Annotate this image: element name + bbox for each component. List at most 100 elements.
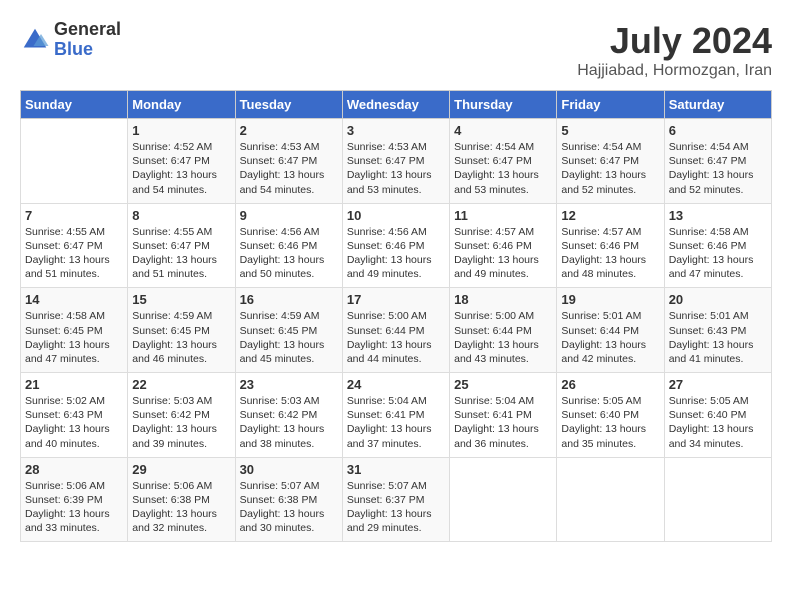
day-info: Sunrise: 5:05 AMSunset: 6:40 PMDaylight:… <box>669 394 767 451</box>
calendar-cell <box>664 457 771 542</box>
day-number: 24 <box>347 377 445 392</box>
logo-line2: Blue <box>54 40 121 60</box>
day-number: 31 <box>347 462 445 477</box>
day-info: Sunrise: 4:55 AMSunset: 6:47 PMDaylight:… <box>132 225 230 282</box>
calendar-cell <box>557 457 664 542</box>
day-number: 25 <box>454 377 552 392</box>
day-info: Sunrise: 4:58 AMSunset: 6:46 PMDaylight:… <box>669 225 767 282</box>
calendar-cell: 11 Sunrise: 4:57 AMSunset: 6:46 PMDaylig… <box>450 203 557 288</box>
day-number: 1 <box>132 123 230 138</box>
day-info: Sunrise: 5:04 AMSunset: 6:41 PMDaylight:… <box>347 394 445 451</box>
day-number: 20 <box>669 292 767 307</box>
day-number: 23 <box>240 377 338 392</box>
calendar-cell: 19 Sunrise: 5:01 AMSunset: 6:44 PMDaylig… <box>557 288 664 373</box>
day-info: Sunrise: 5:03 AMSunset: 6:42 PMDaylight:… <box>240 394 338 451</box>
day-info: Sunrise: 5:06 AMSunset: 6:39 PMDaylight:… <box>25 479 123 536</box>
day-info: Sunrise: 4:59 AMSunset: 6:45 PMDaylight:… <box>240 309 338 366</box>
calendar-cell: 24 Sunrise: 5:04 AMSunset: 6:41 PMDaylig… <box>342 373 449 458</box>
day-number: 17 <box>347 292 445 307</box>
weekday-header: Wednesday <box>342 91 449 119</box>
day-info: Sunrise: 4:58 AMSunset: 6:45 PMDaylight:… <box>25 309 123 366</box>
day-info: Sunrise: 4:52 AMSunset: 6:47 PMDaylight:… <box>132 140 230 197</box>
calendar-cell: 12 Sunrise: 4:57 AMSunset: 6:46 PMDaylig… <box>557 203 664 288</box>
calendar-cell: 17 Sunrise: 5:00 AMSunset: 6:44 PMDaylig… <box>342 288 449 373</box>
day-number: 7 <box>25 208 123 223</box>
calendar-cell: 20 Sunrise: 5:01 AMSunset: 6:43 PMDaylig… <box>664 288 771 373</box>
calendar-cell: 10 Sunrise: 4:56 AMSunset: 6:46 PMDaylig… <box>342 203 449 288</box>
day-info: Sunrise: 4:57 AMSunset: 6:46 PMDaylight:… <box>561 225 659 282</box>
calendar-row: 28 Sunrise: 5:06 AMSunset: 6:39 PMDaylig… <box>21 457 772 542</box>
day-info: Sunrise: 5:07 AMSunset: 6:37 PMDaylight:… <box>347 479 445 536</box>
calendar-cell: 1 Sunrise: 4:52 AMSunset: 6:47 PMDayligh… <box>128 119 235 204</box>
calendar-cell: 31 Sunrise: 5:07 AMSunset: 6:37 PMDaylig… <box>342 457 449 542</box>
calendar-cell: 18 Sunrise: 5:00 AMSunset: 6:44 PMDaylig… <box>450 288 557 373</box>
day-number: 16 <box>240 292 338 307</box>
calendar-cell: 5 Sunrise: 4:54 AMSunset: 6:47 PMDayligh… <box>557 119 664 204</box>
day-number: 9 <box>240 208 338 223</box>
calendar-cell: 9 Sunrise: 4:56 AMSunset: 6:46 PMDayligh… <box>235 203 342 288</box>
day-number: 26 <box>561 377 659 392</box>
calendar-cell: 4 Sunrise: 4:54 AMSunset: 6:47 PMDayligh… <box>450 119 557 204</box>
weekday-header: Sunday <box>21 91 128 119</box>
day-number: 13 <box>669 208 767 223</box>
calendar-cell: 25 Sunrise: 5:04 AMSunset: 6:41 PMDaylig… <box>450 373 557 458</box>
weekday-header-row: SundayMondayTuesdayWednesdayThursdayFrid… <box>21 91 772 119</box>
calendar-cell: 27 Sunrise: 5:05 AMSunset: 6:40 PMDaylig… <box>664 373 771 458</box>
calendar-cell: 7 Sunrise: 4:55 AMSunset: 6:47 PMDayligh… <box>21 203 128 288</box>
month-year: July 2024 <box>577 20 772 62</box>
day-info: Sunrise: 4:56 AMSunset: 6:46 PMDaylight:… <box>240 225 338 282</box>
weekday-header: Thursday <box>450 91 557 119</box>
location: Hajjiabad, Hormozgan, Iran <box>577 62 772 80</box>
weekday-header: Tuesday <box>235 91 342 119</box>
calendar-cell: 6 Sunrise: 4:54 AMSunset: 6:47 PMDayligh… <box>664 119 771 204</box>
day-number: 27 <box>669 377 767 392</box>
calendar-cell: 14 Sunrise: 4:58 AMSunset: 6:45 PMDaylig… <box>21 288 128 373</box>
day-number: 28 <box>25 462 123 477</box>
day-info: Sunrise: 5:00 AMSunset: 6:44 PMDaylight:… <box>347 309 445 366</box>
day-info: Sunrise: 5:06 AMSunset: 6:38 PMDaylight:… <box>132 479 230 536</box>
day-info: Sunrise: 5:00 AMSunset: 6:44 PMDaylight:… <box>454 309 552 366</box>
day-number: 11 <box>454 208 552 223</box>
calendar-cell: 30 Sunrise: 5:07 AMSunset: 6:38 PMDaylig… <box>235 457 342 542</box>
day-number: 6 <box>669 123 767 138</box>
day-number: 4 <box>454 123 552 138</box>
day-number: 8 <box>132 208 230 223</box>
calendar-cell: 2 Sunrise: 4:53 AMSunset: 6:47 PMDayligh… <box>235 119 342 204</box>
weekday-header: Friday <box>557 91 664 119</box>
day-number: 30 <box>240 462 338 477</box>
day-number: 14 <box>25 292 123 307</box>
day-number: 3 <box>347 123 445 138</box>
day-number: 15 <box>132 292 230 307</box>
day-number: 18 <box>454 292 552 307</box>
day-info: Sunrise: 5:07 AMSunset: 6:38 PMDaylight:… <box>240 479 338 536</box>
day-info: Sunrise: 4:54 AMSunset: 6:47 PMDaylight:… <box>669 140 767 197</box>
day-info: Sunrise: 5:01 AMSunset: 6:44 PMDaylight:… <box>561 309 659 366</box>
day-number: 2 <box>240 123 338 138</box>
day-info: Sunrise: 4:56 AMSunset: 6:46 PMDaylight:… <box>347 225 445 282</box>
calendar-row: 14 Sunrise: 4:58 AMSunset: 6:45 PMDaylig… <box>21 288 772 373</box>
calendar-cell: 29 Sunrise: 5:06 AMSunset: 6:38 PMDaylig… <box>128 457 235 542</box>
day-info: Sunrise: 4:55 AMSunset: 6:47 PMDaylight:… <box>25 225 123 282</box>
calendar-row: 21 Sunrise: 5:02 AMSunset: 6:43 PMDaylig… <box>21 373 772 458</box>
calendar-cell: 3 Sunrise: 4:53 AMSunset: 6:47 PMDayligh… <box>342 119 449 204</box>
day-info: Sunrise: 5:02 AMSunset: 6:43 PMDaylight:… <box>25 394 123 451</box>
calendar-cell: 15 Sunrise: 4:59 AMSunset: 6:45 PMDaylig… <box>128 288 235 373</box>
weekday-header: Saturday <box>664 91 771 119</box>
calendar-row: 7 Sunrise: 4:55 AMSunset: 6:47 PMDayligh… <box>21 203 772 288</box>
logo-text: General Blue <box>54 20 121 60</box>
logo-icon <box>20 25 50 55</box>
day-info: Sunrise: 4:53 AMSunset: 6:47 PMDaylight:… <box>347 140 445 197</box>
day-info: Sunrise: 4:54 AMSunset: 6:47 PMDaylight:… <box>561 140 659 197</box>
calendar-cell: 28 Sunrise: 5:06 AMSunset: 6:39 PMDaylig… <box>21 457 128 542</box>
day-number: 22 <box>132 377 230 392</box>
calendar-table: SundayMondayTuesdayWednesdayThursdayFrid… <box>20 90 772 542</box>
day-info: Sunrise: 5:03 AMSunset: 6:42 PMDaylight:… <box>132 394 230 451</box>
calendar-cell <box>450 457 557 542</box>
calendar-cell: 13 Sunrise: 4:58 AMSunset: 6:46 PMDaylig… <box>664 203 771 288</box>
day-info: Sunrise: 5:01 AMSunset: 6:43 PMDaylight:… <box>669 309 767 366</box>
page-header: General Blue July 2024 Hajjiabad, Hormoz… <box>20 20 772 80</box>
weekday-header: Monday <box>128 91 235 119</box>
calendar-cell: 21 Sunrise: 5:02 AMSunset: 6:43 PMDaylig… <box>21 373 128 458</box>
day-number: 10 <box>347 208 445 223</box>
calendar-cell: 16 Sunrise: 4:59 AMSunset: 6:45 PMDaylig… <box>235 288 342 373</box>
